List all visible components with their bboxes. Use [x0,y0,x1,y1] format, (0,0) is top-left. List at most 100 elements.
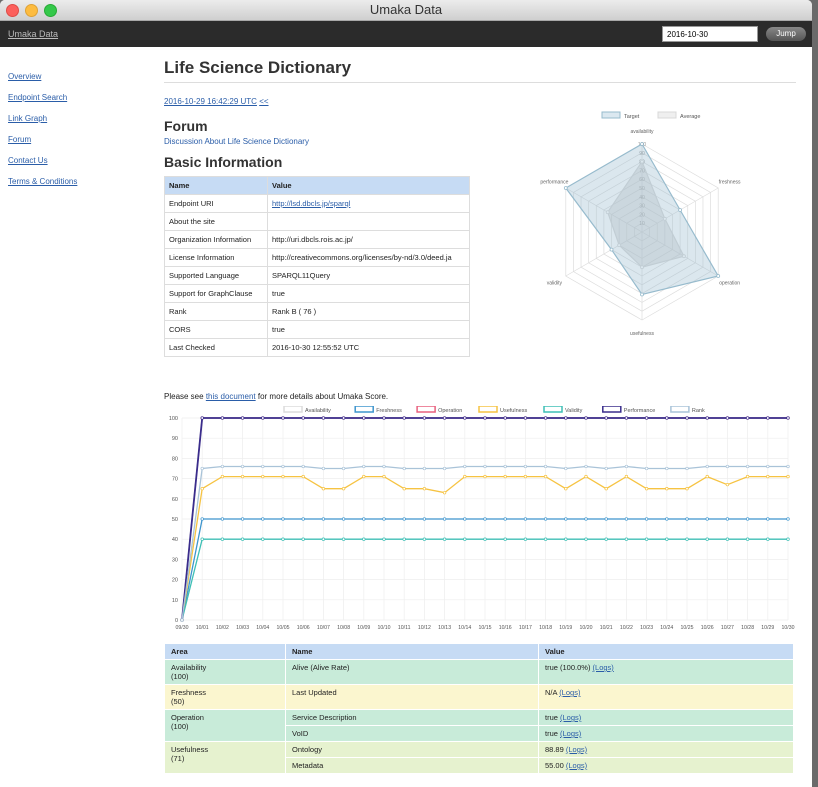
brand-link[interactable]: Umaka Data [8,29,58,39]
radar-axis-label: usefulness [630,331,654,337]
info-header-name: Name [164,176,268,195]
line-legend-swatch [670,406,690,413]
line-point [604,466,608,471]
sidebar-item-terms[interactable]: Terms & Conditions [8,177,148,186]
line-point [644,487,649,491]
line-point [483,474,487,479]
endpoint-uri-link[interactable]: http://lsd.dbcls.jp/sparql [272,199,350,208]
y-tick-label: 10 [172,598,178,604]
timestamp-link[interactable]: 2016-10-29 16:42:29 UTC [164,97,257,106]
logs-link[interactable]: (Logs) [593,663,614,672]
x-tick-label: 10/02 [216,625,229,631]
line-point [442,537,447,541]
score-area: Usefulness (71) [164,741,286,774]
line-point [725,416,730,420]
score-area: Freshness (50) [164,684,286,710]
zoom-window-button[interactable] [44,4,57,17]
document-link[interactable]: this document [206,392,256,401]
line-point [786,416,790,420]
sidebar-item-overview[interactable]: Overview [8,72,148,81]
date-input[interactable] [662,26,758,42]
line-point [665,416,669,420]
line-point [200,466,204,471]
previous-link[interactable]: << [259,97,268,106]
line-legend-swatch [354,406,374,413]
radar-legend-label: Average [680,114,700,120]
line-point [665,537,669,541]
line-point [685,466,689,471]
line-point [220,517,225,521]
sidebar: Overview Endpoint Search Link Graph Foru… [8,72,148,198]
x-tick-label: 10/08 [337,625,350,631]
radar-point [563,186,568,190]
line-point [624,517,629,521]
score-name: Metadata [285,757,539,774]
line-point [584,537,588,541]
logs-link[interactable]: (Logs) [560,729,581,738]
line-point [584,517,588,521]
table-row: Usefulness (71) Ontology 88.89 (Logs) [164,741,794,774]
title-bar: Umaka Data [0,0,812,21]
line-point [200,517,204,521]
x-tick-label: 10/25 [681,625,694,631]
logs-link[interactable]: (Logs) [566,745,587,754]
line-point [200,487,204,491]
radar-point [716,274,721,278]
line-point [543,474,548,479]
line-point [220,416,225,420]
info-name: License Information [164,248,268,267]
line-point [503,517,507,521]
line-point [483,416,487,420]
line-point [442,517,447,521]
info-name: Organization Information [164,230,268,249]
sidebar-item-endpoint-search[interactable]: Endpoint Search [8,93,148,102]
minimize-window-button[interactable] [25,4,38,17]
line-point [240,517,245,521]
x-tick-label: 10/28 [741,625,754,631]
logs-link[interactable]: (Logs) [566,761,587,770]
line-point [240,416,245,420]
table-row: Last Checked 2016-10-30 12:55:52 UTC [164,338,470,357]
sidebar-item-contact-us[interactable]: Contact Us [8,156,148,165]
line-point [220,537,225,541]
top-navbar: Umaka Data Jump [0,21,812,47]
line-point [624,464,629,469]
line-point [523,416,528,420]
line-point [220,464,225,469]
close-window-button[interactable] [6,4,19,17]
radar-axis-label: performance [540,179,568,185]
table-row: Availability (100) Alive (Alive Rate) true… [164,659,794,685]
line-legend-label: Rank [692,408,705,414]
x-tick-label: 10/27 [721,625,734,631]
line-point [705,464,709,469]
sidebar-item-link-graph[interactable]: Link Graph [8,114,148,123]
sidebar-item-forum[interactable]: Forum [8,135,148,144]
line-point [382,537,386,541]
logs-link[interactable]: (Logs) [560,713,581,722]
line-point [564,537,568,541]
table-row: Organization Information http://uri.dbcls… [164,230,470,249]
forum-discussion-link[interactable]: Discussion About Life Science Dictionary [164,137,309,146]
x-tick-label: 10/20 [580,625,593,631]
line-point [402,416,406,420]
line-point [301,537,305,541]
line-point [301,474,305,479]
line-point [644,466,649,471]
line-point [200,537,204,541]
jump-button[interactable]: Jump [766,27,806,41]
line-point [362,464,366,469]
x-tick-label: 10/24 [660,625,673,631]
logs-link[interactable]: (Logs) [559,688,580,697]
radar-chart: Target Average availability freshness operat… [540,111,741,337]
table-row: Supported Language SPARQL11Query [164,266,470,285]
line-point [463,537,467,541]
info-name: Support for GraphClause [164,284,268,303]
line-point [725,517,730,521]
info-value [267,212,470,231]
line-point [240,474,245,479]
line-point [220,474,225,479]
line-point [402,466,406,471]
line-point [261,517,265,521]
line-point [705,517,709,521]
x-tick-label: 10/16 [499,625,512,631]
